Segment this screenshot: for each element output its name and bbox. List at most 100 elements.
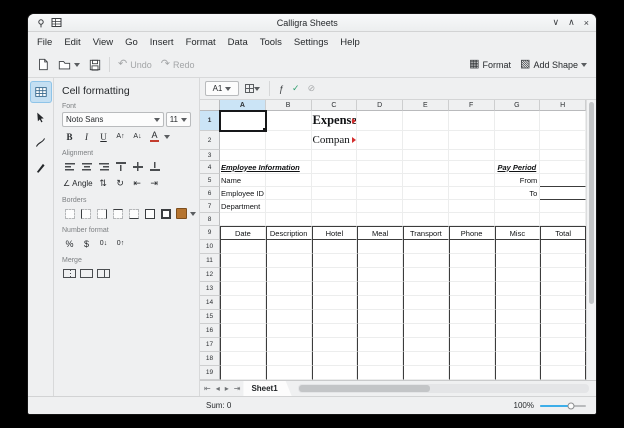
row-header-1[interactable]: 1 [200, 111, 220, 131]
row-header-6[interactable]: 6 [200, 187, 220, 200]
border-none-button[interactable] [62, 206, 77, 221]
pin-icon[interactable] [35, 17, 46, 28]
format-button[interactable]: ▦ Format [465, 55, 515, 75]
row-header-11[interactable]: 11 [200, 254, 220, 268]
cell-A3[interactable] [220, 150, 266, 161]
cell-E3[interactable] [403, 150, 449, 161]
cell-G5[interactable]: From [495, 174, 541, 187]
row-header-12[interactable]: 12 [200, 268, 220, 282]
row-header-18[interactable]: 18 [200, 352, 220, 366]
border-bottom-button[interactable] [126, 206, 141, 221]
cell-B12[interactable] [266, 268, 312, 282]
cell-B19[interactable] [266, 366, 312, 380]
undo-button[interactable]: ↶ Undo [114, 55, 156, 75]
new-document-button[interactable] [33, 55, 53, 75]
menu-help[interactable]: Help [334, 34, 366, 51]
align-right-button[interactable] [96, 159, 111, 174]
cell-H6[interactable] [540, 187, 586, 200]
cell-D1[interactable] [357, 111, 403, 131]
add-shape-button[interactable]: ▧ Add Shape [516, 55, 591, 75]
cell-F9[interactable]: Phone [449, 226, 495, 240]
underline-button[interactable]: U [96, 129, 111, 144]
cell-H16[interactable] [540, 324, 586, 338]
previous-sheet-button[interactable]: ◂ [214, 384, 222, 393]
column-header-D[interactable]: D [357, 100, 403, 111]
cell-E18[interactable] [403, 352, 449, 366]
last-sheet-button[interactable]: ⇥ [232, 384, 243, 393]
cell-G4[interactable]: Pay Period [495, 161, 541, 174]
grid-corner[interactable] [200, 100, 220, 111]
cell-tool-button[interactable] [30, 81, 52, 103]
row-header-10[interactable]: 10 [200, 240, 220, 254]
cell-A12[interactable] [220, 268, 266, 282]
cell-G19[interactable] [495, 366, 541, 380]
column-header-H[interactable]: H [540, 100, 586, 111]
cell-A8[interactable] [220, 213, 266, 226]
column-header-A[interactable]: A [220, 100, 266, 111]
cell-B3[interactable] [266, 150, 312, 161]
cell-G2[interactable] [495, 131, 541, 150]
cell-E7[interactable] [403, 200, 449, 213]
cell-B14[interactable] [266, 296, 312, 310]
cell-H15[interactable] [540, 310, 586, 324]
horizontal-scrollbar-thumb[interactable] [299, 385, 430, 392]
apply-button[interactable]: ✓ [290, 83, 302, 94]
cell-C3[interactable] [312, 150, 358, 161]
cell-B6[interactable] [266, 187, 312, 200]
rotate-button[interactable]: ↻ [113, 176, 128, 191]
cell-B17[interactable] [266, 338, 312, 352]
cell-C12[interactable] [312, 268, 358, 282]
vertical-scrollbar-thumb[interactable] [589, 102, 594, 304]
freehand-tool-button[interactable] [30, 131, 52, 153]
column-header-F[interactable]: F [449, 100, 495, 111]
column-header-C[interactable]: C [312, 100, 358, 111]
row-header-9[interactable]: 9 [200, 226, 220, 240]
cell-F15[interactable] [449, 310, 495, 324]
cell-A13[interactable] [220, 282, 266, 296]
cell-H9[interactable]: Total [540, 226, 586, 240]
cell-H3[interactable] [540, 150, 586, 161]
cell-F13[interactable] [449, 282, 495, 296]
next-sheet-button[interactable]: ▸ [223, 384, 231, 393]
cell-C19[interactable] [312, 366, 358, 380]
cell-A18[interactable] [220, 352, 266, 366]
row-header-15[interactable]: 15 [200, 310, 220, 324]
insert-function-button[interactable]: ƒ [277, 84, 286, 94]
cell-B10[interactable] [266, 240, 312, 254]
angle-button[interactable]: ∠ Angle [62, 176, 94, 191]
font-color-button[interactable]: A [147, 129, 162, 144]
cell-B11[interactable] [266, 254, 312, 268]
cell-C15[interactable] [312, 310, 358, 324]
cell-A14[interactable] [220, 296, 266, 310]
align-top-button[interactable] [113, 159, 128, 174]
border-outline-button[interactable] [158, 206, 173, 221]
cell-F4[interactable] [449, 161, 495, 174]
cell-E19[interactable] [403, 366, 449, 380]
cell-D15[interactable] [357, 310, 403, 324]
sheet-tab[interactable]: Sheet1 [243, 381, 291, 396]
zoom-slider[interactable] [540, 401, 586, 410]
cell-A5[interactable]: Name [220, 174, 266, 187]
row-header-7[interactable]: 7 [200, 200, 220, 213]
menu-settings[interactable]: Settings [288, 34, 334, 51]
cell-H7[interactable] [540, 200, 586, 213]
decrease-precision-button[interactable]: 0↓ [96, 236, 111, 251]
cell-C18[interactable] [312, 352, 358, 366]
cell-C17[interactable] [312, 338, 358, 352]
cell-E1[interactable] [403, 111, 449, 131]
border-color-chevron-icon[interactable] [190, 212, 196, 219]
row-header-5[interactable]: 5 [200, 174, 220, 187]
decrease-indent-button[interactable]: ⇤ [130, 176, 145, 191]
cell-A1[interactable] [220, 111, 266, 131]
border-color-button[interactable] [174, 206, 189, 221]
menu-go[interactable]: Go [119, 34, 144, 51]
bold-button[interactable]: B [62, 129, 77, 144]
cell-B8[interactable] [266, 213, 312, 226]
column-header-G[interactable]: G [495, 100, 541, 111]
border-all-button[interactable] [142, 206, 157, 221]
font-size-select[interactable]: 11 [166, 112, 191, 127]
cell-F18[interactable] [449, 352, 495, 366]
cell-H4[interactable] [540, 161, 586, 174]
cell-D12[interactable] [357, 268, 403, 282]
align-center-button[interactable] [79, 159, 94, 174]
